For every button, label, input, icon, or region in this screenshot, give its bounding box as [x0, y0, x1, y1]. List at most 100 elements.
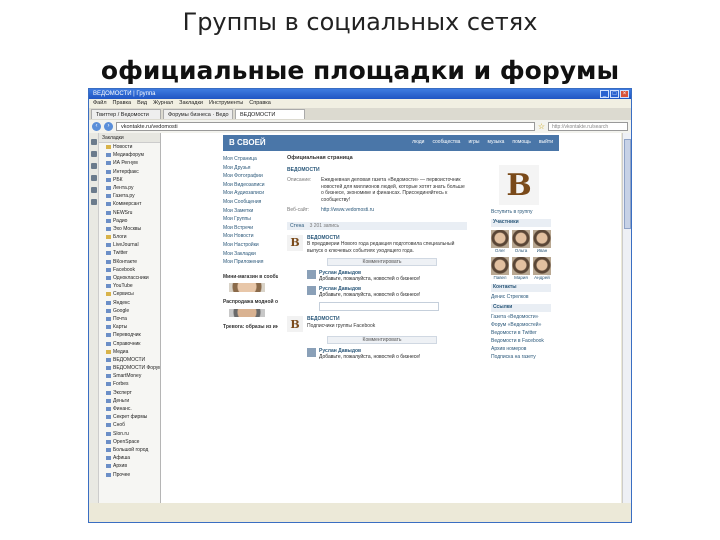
vk-left-item[interactable]: Мои Группы [223, 215, 278, 224]
member[interactable]: Мария [512, 257, 530, 280]
bookmark-item[interactable]: OpenSpace [99, 438, 160, 446]
back-icon[interactable]: ‹ [92, 122, 101, 131]
vk-left-item[interactable]: Мои Фотографии [223, 172, 278, 181]
group-avatar[interactable]: B [287, 316, 303, 332]
bookmark-item[interactable]: Переводчик [99, 331, 160, 339]
bookmark-item[interactable]: ВЕДОМОСТИ [99, 356, 160, 364]
page-scrollbar[interactable] [622, 133, 631, 503]
bookmark-item[interactable]: Справочник [99, 340, 160, 348]
vk-left-item[interactable]: Мои Настройки [223, 241, 278, 250]
bookmark-item[interactable]: Google [99, 307, 160, 315]
bookmark-item[interactable]: Радио [99, 217, 160, 225]
avatar[interactable] [307, 286, 316, 295]
bookmark-icon[interactable] [91, 175, 97, 181]
bookmark-item[interactable]: Twitter [99, 249, 160, 257]
menu-bookmarks[interactable]: Закладки [179, 99, 203, 108]
history-icon[interactable] [91, 187, 97, 193]
address-input[interactable]: vkontakte.ru/vedomosti [116, 122, 535, 131]
bookmark-item[interactable]: ВКонтакте [99, 258, 160, 266]
group-link[interactable]: Ведомости в Facebook [491, 338, 551, 344]
join-group-link[interactable]: Вступить в группу [491, 209, 551, 215]
bookmark-item[interactable]: Газета.ру [99, 192, 160, 200]
search-input[interactable]: http://vkontakte.ru/search [548, 122, 628, 131]
bookmark-item[interactable]: Яндекс [99, 299, 160, 307]
bookmark-item[interactable]: Финанс. [99, 405, 160, 413]
contact-name[interactable]: Денис Стрелков [491, 294, 551, 300]
bookmark-item[interactable]: Slon.ru [99, 430, 160, 438]
menu-view[interactable]: Вид [137, 99, 147, 108]
bookmark-item[interactable]: ИА Регнум [99, 159, 160, 167]
vk-left-item[interactable]: Мои Встречи [223, 224, 278, 233]
vk-left-item[interactable]: Мои Новости [223, 232, 278, 241]
member[interactable]: Иван [533, 230, 551, 253]
ad-title[interactable]: Тревога: образы из интернет-рекламы [223, 323, 278, 332]
avatar[interactable] [307, 348, 316, 357]
vk-menu-logout[interactable]: выйти [539, 139, 553, 145]
vk-left-item[interactable]: Мои Сообщения [223, 198, 278, 207]
bookmark-item[interactable]: Большой город [99, 446, 160, 454]
vk-left-item[interactable]: Мои Видеозаписи [223, 181, 278, 190]
window-titlebar[interactable]: ВЕДОМОСТИ | Группа _ □ × [89, 89, 631, 99]
vk-menu-help[interactable]: помощь [512, 139, 530, 145]
bookmark-item[interactable]: Forbes [99, 380, 160, 388]
close-button[interactable]: × [620, 90, 629, 98]
ad-title[interactable]: Мини-магазин в сообществе [223, 273, 278, 282]
tab-vedomosti[interactable]: ВЕДОМОСТИ [235, 109, 305, 119]
bookmark-item[interactable]: NEWSru [99, 209, 160, 217]
bookmark-folder[interactable]: Блоги [99, 233, 160, 241]
bookmark-item[interactable]: Интерфакс [99, 168, 160, 176]
bookmark-item[interactable]: SmartMoney [99, 372, 160, 380]
bookmark-item[interactable]: Одноклассники [99, 274, 160, 282]
group-link[interactable]: Подписка на газету [491, 354, 551, 360]
site-link[interactable]: http://www.vedomosti.ru [321, 207, 467, 214]
member[interactable]: Олег [491, 230, 509, 253]
comment-button[interactable]: Комментировать [327, 258, 437, 266]
bookmark-item[interactable]: ВЕДОМОСТИ Форум [99, 364, 160, 372]
forward-icon[interactable]: › [104, 122, 113, 131]
vk-left-item[interactable]: Мои Приложения [223, 258, 278, 267]
vk-menu-games[interactable]: игры [468, 139, 479, 145]
bookmark-item[interactable]: Эхо Москвы [99, 225, 160, 233]
vk-menu-communities[interactable]: сообщества [432, 139, 460, 145]
bookmark-item[interactable]: Коммерсант [99, 200, 160, 208]
bookmark-item[interactable]: Эксперт [99, 389, 160, 397]
menu-history[interactable]: Журнал [153, 99, 173, 108]
menu-help[interactable]: Справка [249, 99, 271, 108]
star-icon[interactable]: ☆ [538, 122, 545, 131]
vk-left-item[interactable]: Мои Друзья [223, 164, 278, 173]
vk-menu-people[interactable]: люди [412, 139, 424, 145]
reply-input[interactable] [319, 302, 439, 311]
comment-button[interactable]: Комментировать [327, 336, 437, 344]
bookmark-item[interactable]: LiveJournal [99, 241, 160, 249]
share-icon[interactable] [91, 163, 97, 169]
bookmark-item[interactable]: Деньги [99, 397, 160, 405]
menu-tools[interactable]: Инструменты [209, 99, 243, 108]
bookmark-folder[interactable]: Медиа [99, 348, 160, 356]
vk-left-item[interactable]: Мои Аудиозаписи [223, 189, 278, 198]
download-icon[interactable] [91, 199, 97, 205]
bookmark-folder[interactable]: Сервисы [99, 290, 160, 298]
bookmark-folder[interactable]: Новости [99, 143, 160, 151]
group-link[interactable]: Ведомости в Twitter [491, 330, 551, 336]
bookmark-item[interactable]: Афиша [99, 454, 160, 462]
maximize-button[interactable]: □ [610, 90, 619, 98]
group-link[interactable]: Архив номеров [491, 346, 551, 352]
bookmark-item[interactable]: РБК [99, 176, 160, 184]
menu-edit[interactable]: Правка [113, 99, 132, 108]
gear-icon[interactable] [91, 151, 97, 157]
group-link[interactable]: Газета «Ведомости» [491, 314, 551, 320]
minimize-button[interactable]: _ [600, 90, 609, 98]
bookmark-item[interactable]: Архив [99, 462, 160, 470]
ad-image[interactable] [229, 283, 265, 292]
avatar[interactable] [307, 270, 316, 279]
member[interactable]: Павел [491, 257, 509, 280]
members-header[interactable]: Участники [491, 219, 551, 227]
bookmark-item[interactable]: Прочее [99, 471, 160, 479]
vk-left-item[interactable]: Мои Закладки [223, 250, 278, 259]
menu-file[interactable]: Файл [93, 99, 107, 108]
group-avatar[interactable]: B [287, 234, 303, 251]
home-icon[interactable] [91, 139, 97, 145]
bookmark-item[interactable]: Лента.ру [99, 184, 160, 192]
vk-logo[interactable]: В СВОЕЙ [229, 138, 266, 147]
ad-image[interactable] [229, 308, 265, 318]
